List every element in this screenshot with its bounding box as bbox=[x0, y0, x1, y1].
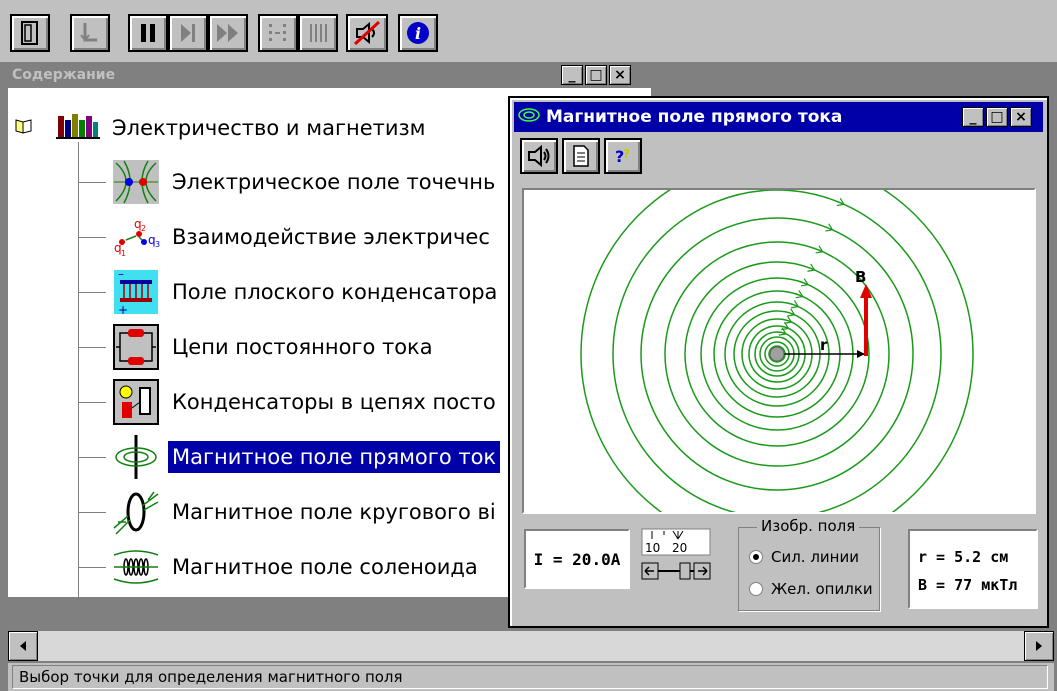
svg-text:–: – bbox=[118, 268, 124, 281]
minimize-button[interactable]: _ bbox=[561, 65, 583, 85]
display-mode-legend: Изобр. поля bbox=[757, 517, 860, 535]
radio-field-lines[interactable]: Сил. линии bbox=[749, 548, 859, 566]
straight-current-field-icon bbox=[106, 433, 166, 481]
svg-text:?: ? bbox=[623, 147, 630, 161]
radius-arrowhead bbox=[857, 350, 865, 358]
radio-label: Жел. опилки bbox=[771, 580, 873, 598]
field-lines-icon bbox=[518, 107, 540, 128]
sound-off-icon[interactable] bbox=[346, 14, 388, 52]
field-readout: B = 77 мкТл bbox=[918, 576, 1018, 594]
svg-text:1: 1 bbox=[121, 249, 126, 258]
r-label: r bbox=[820, 336, 828, 354]
dc-circuit-icon bbox=[106, 323, 166, 371]
main-toolbar: i bbox=[0, 0, 1057, 62]
svg-text:2: 2 bbox=[141, 224, 146, 233]
tree-item-dc-circuit[interactable]: Цепи постоянного тока bbox=[78, 322, 437, 372]
display-mode-group: Изобр. поля Сил. линии Жел. опилки bbox=[738, 517, 880, 611]
tree-item-label: Магнитное поле кругового ві bbox=[172, 500, 496, 524]
tree-root-label: Электричество и магнетизм bbox=[112, 116, 426, 140]
document-icon[interactable] bbox=[562, 138, 600, 174]
slider-max-label: 20 bbox=[672, 541, 687, 555]
charges-interaction-icon: q2q1q3 bbox=[106, 213, 166, 261]
tree-item-label-selected: Магнитное поле прямого ток bbox=[168, 441, 501, 473]
current-value: I = 20.0A bbox=[524, 529, 630, 589]
svg-text:3: 3 bbox=[155, 240, 160, 249]
capacitor-field-icon: – + bbox=[106, 268, 166, 316]
tree-item-charges-interaction[interactable]: q2q1q3 Взаимодействие электричес bbox=[78, 212, 494, 262]
field-canvas[interactable]: B r bbox=[522, 188, 1036, 514]
radio-button-selected[interactable] bbox=[749, 550, 763, 564]
radio-iron-filings[interactable]: Жел. опилки bbox=[749, 580, 873, 598]
tree-item-capacitor-field[interactable]: – + Поле плоского конденсатора bbox=[78, 267, 501, 317]
radio-label: Сил. линии bbox=[771, 548, 859, 566]
close-button[interactable]: × bbox=[609, 65, 631, 85]
tree-item-straight-current[interactable]: Магнитное поле прямого ток bbox=[78, 432, 501, 482]
horizontal-scrollbar[interactable] bbox=[8, 631, 1054, 661]
status-bar: Выбор точки для определения магнитного п… bbox=[8, 663, 1054, 691]
solenoid-field-icon bbox=[106, 543, 166, 591]
mag-toolbar: ?? bbox=[520, 138, 642, 174]
contents-title: Содержание bbox=[8, 62, 651, 88]
svg-text:i: i bbox=[415, 24, 421, 43]
open-book-icon bbox=[14, 116, 34, 140]
help-icon[interactable]: ?? bbox=[604, 138, 642, 174]
grid-icon[interactable] bbox=[258, 14, 298, 52]
radius-readout: r = 5.2 см bbox=[918, 548, 1009, 566]
tree-item-label: Цепи постоянного тока bbox=[172, 335, 433, 359]
control-panel: I = 20.0A 10 20 Изобр. поля Сил. линии Ж… bbox=[520, 517, 1041, 623]
mag-window-buttons: _ □ × bbox=[962, 107, 1032, 127]
contents-window-buttons: _ □ × bbox=[561, 65, 631, 85]
tree-item-point-charge[interactable]: Электрическое поле точечнь bbox=[78, 157, 499, 207]
tree-item-label: Магнитное поле соленоида bbox=[172, 555, 478, 579]
step-icon[interactable] bbox=[168, 14, 208, 52]
tree-root[interactable]: Электричество и магнетизм bbox=[14, 112, 426, 144]
svg-text:+: + bbox=[118, 303, 128, 316]
tree-item-label: Электрическое поле точечнь bbox=[172, 170, 496, 194]
radio-button[interactable] bbox=[749, 582, 763, 596]
pause-icon[interactable] bbox=[128, 14, 168, 52]
tree-item-label: Конденсаторы в цепях посто bbox=[172, 390, 496, 414]
slider-min-label: 10 bbox=[645, 541, 660, 555]
tree-item-capacitor-circuit[interactable]: Конденсаторы в цепях посто bbox=[78, 377, 500, 427]
capacitor-circuit-icon bbox=[106, 378, 166, 426]
measurement-readout: r = 5.2 см B = 77 мкТл bbox=[908, 529, 1038, 609]
loop-current-field-icon bbox=[106, 488, 166, 536]
tree-item-label: Взаимодействие электричес bbox=[172, 225, 490, 249]
b-label: B bbox=[855, 268, 866, 286]
tree-item-loop-current[interactable]: Магнитное поле кругового ві bbox=[78, 487, 500, 537]
point-charge-field-icon bbox=[106, 158, 166, 206]
mag-window-title: Магнитное поле прямого тока bbox=[546, 107, 843, 127]
app-frame: i Содержание _ □ × Электричество и магне… bbox=[0, 0, 1057, 691]
minimize-button[interactable]: _ bbox=[962, 107, 984, 127]
exit-icon[interactable] bbox=[10, 14, 50, 52]
library-icon bbox=[56, 112, 100, 144]
tree-item-solenoid[interactable]: Магнитное поле соленоида bbox=[78, 542, 482, 592]
field-lines-plot: B r bbox=[580, 190, 974, 512]
scroll-left-button[interactable] bbox=[8, 631, 38, 661]
info-icon[interactable]: i bbox=[398, 14, 438, 52]
current-slider[interactable]: 10 20 bbox=[640, 527, 712, 585]
scroll-right-button[interactable] bbox=[1024, 631, 1054, 661]
magnetic-field-window: Магнитное поле прямого тока _ □ × ?? B r… bbox=[508, 96, 1049, 628]
bars-icon[interactable] bbox=[298, 14, 338, 52]
status-text: Выбор точки для определения магнитного п… bbox=[12, 665, 1048, 689]
fast-forward-icon[interactable] bbox=[208, 14, 248, 52]
sound-icon[interactable] bbox=[520, 138, 558, 174]
tree-item-label: Поле плоского конденсатора bbox=[172, 280, 498, 304]
close-button[interactable]: × bbox=[1010, 107, 1032, 127]
pointer-icon[interactable] bbox=[70, 14, 110, 52]
wire-cross-section bbox=[769, 346, 785, 362]
maximize-button[interactable]: □ bbox=[986, 107, 1008, 127]
maximize-button[interactable]: □ bbox=[585, 65, 607, 85]
